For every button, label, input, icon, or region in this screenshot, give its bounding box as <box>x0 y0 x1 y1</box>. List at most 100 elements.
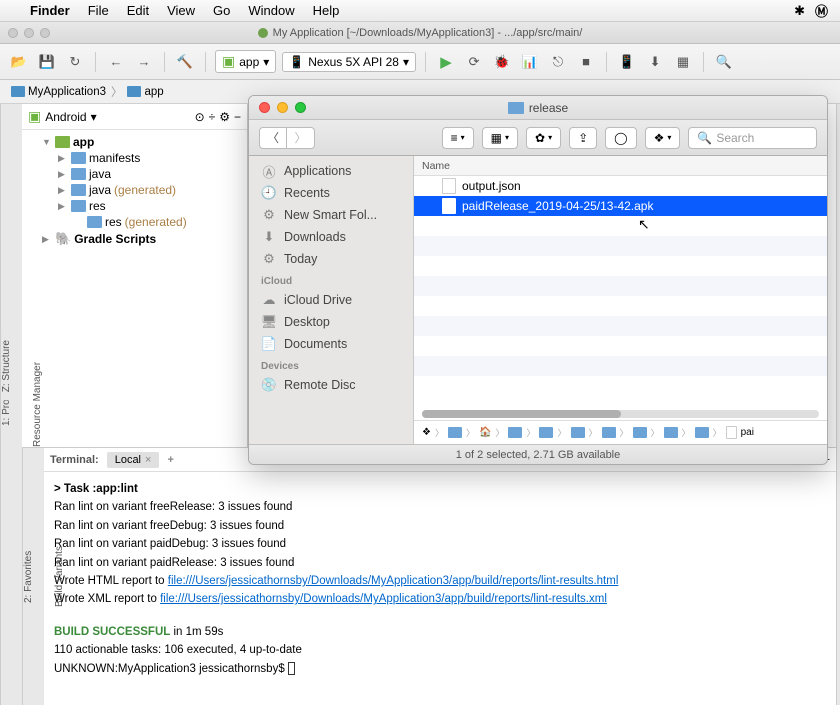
menu-file[interactable]: File <box>88 3 109 18</box>
terminal-output[interactable]: > Task :app:lint Ran lint on variant fre… <box>44 472 836 705</box>
profiler-icon[interactable]: 📊 <box>519 51 541 73</box>
tree-res-generated[interactable]: res (generated) <box>22 214 247 230</box>
sidebar-item-applications[interactable]: ⒶApplications <box>249 160 413 182</box>
tree-gradle[interactable]: ▶ 🐘 Gradle Scripts <box>22 230 247 248</box>
open-icon[interactable]: 📂 <box>8 51 30 73</box>
sidebar-item-remote-disc[interactable]: 💿Remote Disc <box>249 374 413 396</box>
add-tab-button[interactable]: + <box>167 454 173 466</box>
status-icon[interactable]: ✱ <box>794 3 805 19</box>
terminal-tab-local[interactable]: Local × <box>107 452 160 468</box>
finder-titlebar[interactable]: release <box>249 96 827 120</box>
attach-icon[interactable]: ⎋ <box>547 51 569 73</box>
dropbox-button[interactable]: ❖ ▾ <box>645 127 681 149</box>
sidebar-item-icloud-drive[interactable]: ☁iCloud Drive <box>249 289 413 311</box>
view-list-button[interactable]: ≡ ▾ <box>442 127 474 149</box>
finder-close-button[interactable] <box>259 102 270 113</box>
action-button[interactable]: ✿ ▾ <box>526 127 561 149</box>
ide-zoom-button[interactable] <box>40 28 50 38</box>
close-icon[interactable]: × <box>145 454 151 466</box>
sidebar-item-documents[interactable]: 📄Documents <box>249 333 413 355</box>
document-icon: 📄 <box>261 336 277 352</box>
sdk-icon[interactable]: ⬇ <box>644 51 666 73</box>
tree-app[interactable]: ▼ app <box>22 134 247 150</box>
expand-icon: ▼ <box>42 137 52 147</box>
right-gutter <box>836 104 840 705</box>
file-row[interactable]: output.json <box>414 176 827 196</box>
layout-inspector-icon[interactable]: ▦ <box>672 51 694 73</box>
sidebar-item-recents[interactable]: 🕘Recents <box>249 182 413 204</box>
stop-icon[interactable]: ■ <box>575 51 597 73</box>
structure-gutter: Z: Structure <box>0 332 22 400</box>
menu-help[interactable]: Help <box>313 3 340 18</box>
folder-icon <box>71 168 86 180</box>
build-icon[interactable]: 🔨 <box>174 51 196 73</box>
menu-app[interactable]: Finder <box>30 3 70 18</box>
path-bar[interactable]: ❖〉 〉 🏠〉 〉 〉 〉 〉 〉 〉 〉 pai <box>414 420 827 444</box>
sidebar-item-today[interactable]: ⚙Today <box>249 248 413 270</box>
collapse-icon[interactable]: ÷ <box>209 110 216 124</box>
run-icon[interactable]: ▶ <box>435 51 457 73</box>
sidebar-view-dropdown[interactable]: ▣ Android ▾ ⊙ ÷ ⚙ − <box>22 104 247 130</box>
list-empty-row <box>414 336 827 356</box>
download-icon: ⬇ <box>261 229 277 245</box>
tree-res[interactable]: ▶ res <box>22 198 247 214</box>
list-empty-row <box>414 356 827 376</box>
avd-icon[interactable]: 📱 <box>616 51 638 73</box>
malwarebytes-icon[interactable]: Ⓜ <box>815 1 828 20</box>
gutter-structure[interactable]: Z: Structure <box>1 340 12 392</box>
sidebar-item-desktop[interactable]: 🖥Desktop <box>249 311 413 333</box>
search-icon[interactable]: 🔍 <box>713 51 735 73</box>
ide-title: My Application [~/Downloads/MyApplicatio… <box>273 27 583 39</box>
lint-html-link[interactable]: file:///Users/jessicathornsby/Downloads/… <box>168 575 619 587</box>
finder-sidebar: ⒶApplications 🕘Recents ⚙New Smart Fol...… <box>249 156 414 444</box>
gutter-favorites[interactable]: 2: Favorites <box>23 550 34 602</box>
file-row-selected[interactable]: paidRelease_2019-04-25/13-42.apk <box>414 196 827 216</box>
forward-button[interactable]: 〉 <box>287 127 315 149</box>
breadcrumb-root[interactable]: MyApplication3 <box>8 86 109 98</box>
folder-icon <box>71 200 86 212</box>
redo-icon[interactable]: → <box>133 51 155 73</box>
file-icon <box>726 426 737 439</box>
lint-xml-link[interactable]: file:///Users/jessicathornsby/Downloads/… <box>160 593 607 605</box>
menu-edit[interactable]: Edit <box>127 3 149 18</box>
back-button[interactable]: 〈 <box>259 127 287 149</box>
debug-icon[interactable]: 🐞 <box>491 51 513 73</box>
device-dropdown[interactable]: 📱 Nexus 5X API 28 ▾ <box>282 52 416 72</box>
android-studio-icon <box>258 28 268 38</box>
menu-go[interactable]: Go <box>213 3 230 18</box>
save-icon[interactable]: 💾 <box>36 51 58 73</box>
sidebar-item-smart-folder[interactable]: ⚙New Smart Fol... <box>249 204 413 226</box>
share-button[interactable]: ⇪ <box>569 127 597 149</box>
ide-close-button[interactable] <box>8 28 18 38</box>
menu-view[interactable]: View <box>167 3 195 18</box>
sync-icon[interactable]: ↻ <box>64 51 86 73</box>
expand-icon: ▶ <box>58 185 68 196</box>
ide-toolbar: 📂 💾 ↻ ← → 🔨 ▣ app ▾ 📱 Nexus 5X API 28 ▾ … <box>0 44 840 80</box>
tree-java-generated[interactable]: ▶ java (generated) <box>22 182 247 198</box>
finder-minimize-button[interactable] <box>277 102 288 113</box>
sidebar-item-downloads[interactable]: ⬇Downloads <box>249 226 413 248</box>
finder-search-input[interactable]: 🔍 Search <box>688 127 817 149</box>
gear-icon[interactable]: ⊙ <box>195 110 205 124</box>
finder-zoom-button[interactable] <box>295 102 306 113</box>
breadcrumb-app[interactable]: app <box>124 86 166 98</box>
list-header[interactable]: Name <box>414 156 827 176</box>
ide-minimize-button[interactable] <box>24 28 34 38</box>
undo-icon[interactable]: ← <box>105 51 127 73</box>
horizontal-scrollbar[interactable] <box>422 410 819 418</box>
menu-window[interactable]: Window <box>248 3 294 18</box>
run-config-dropdown[interactable]: ▣ app ▾ <box>215 50 276 73</box>
tree-java[interactable]: ▶ java <box>22 166 247 182</box>
hide-icon[interactable]: − <box>234 110 241 124</box>
gutter-resource-manager[interactable]: Resource Manager <box>32 362 43 447</box>
tags-button[interactable]: ◯ <box>605 127 636 149</box>
expand-icon: ▶ <box>58 153 68 164</box>
apply-changes-icon[interactable]: ⟳ <box>463 51 485 73</box>
tree-manifests[interactable]: ▶ manifests <box>22 150 247 166</box>
gutter-build-variants[interactable]: Build Variants <box>54 546 65 607</box>
view-group-button[interactable]: ▦ ▾ <box>482 127 518 149</box>
settings-icon[interactable]: ⚙ <box>219 110 230 124</box>
clock-icon: 🕘 <box>261 185 277 201</box>
terminal-label: Terminal: <box>50 454 99 466</box>
expand-icon: ▶ <box>42 234 52 245</box>
